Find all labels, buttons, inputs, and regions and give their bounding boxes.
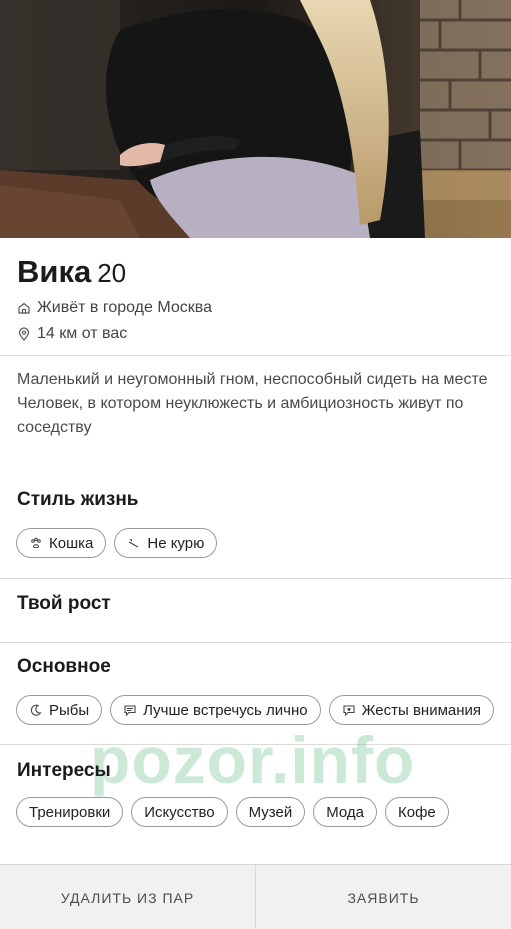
- divider: [0, 578, 511, 579]
- bio-line: Маленький и неугомонный гном, неспособны…: [17, 371, 488, 388]
- lifestyle-chip-cat: Кошка: [16, 528, 107, 558]
- interests-chips: Тренировки Искусство Музей Мода Кофе: [16, 797, 449, 827]
- basics-title: Основное: [17, 656, 111, 677]
- basics-chip-zodiac: Рыбы: [16, 695, 103, 725]
- profile-age: 20: [97, 258, 127, 288]
- interest-chip: Музей: [235, 797, 306, 827]
- interests-title: Интересы: [17, 760, 111, 781]
- unmatch-button[interactable]: УДАЛИТЬ ИЗ ПАР: [0, 865, 255, 929]
- name-age-line: Вика 20: [17, 252, 497, 293]
- chip-label: Рыбы: [49, 701, 90, 719]
- city-row: Живёт в городе Москва: [17, 295, 497, 321]
- bio-line: Человек, в котором неуклюжесть и амбицио…: [17, 395, 464, 436]
- city-text: Живёт в городе Москва: [37, 299, 212, 316]
- interest-chip: Мода: [313, 797, 377, 827]
- heart-chat-icon: [343, 705, 355, 717]
- profile-name: Вика: [17, 254, 92, 289]
- interest-chip: Искусство: [131, 797, 228, 827]
- moon-icon: [30, 704, 42, 716]
- profile-page: Вика 20 Живёт в городе Москва 14 км от ва…: [0, 0, 511, 929]
- lifestyle-chips: Кошка Не курю: [16, 528, 218, 558]
- basics-chip-communication: Лучше встречусь лично: [110, 695, 321, 725]
- chip-label: Лучше встречусь лично: [143, 701, 308, 719]
- chip-label: Кошка: [49, 534, 94, 552]
- bottom-action-bar: УДАЛИТЬ ИЗ ПАР ЗАЯВИТЬ: [0, 864, 511, 929]
- divider: [0, 355, 511, 356]
- profile-header: Вика 20 Живёт в городе Москва 14 км от ва…: [17, 252, 497, 347]
- distance-text: 14 км от вас: [37, 325, 128, 342]
- chat-icon: [124, 705, 136, 717]
- chip-label: Жесты внимания: [361, 701, 482, 719]
- height-title: Твой рост: [17, 593, 111, 614]
- profile-photo-image: [0, 0, 511, 238]
- basics-chips: Рыбы Лучше встречусь лично Жесты внимани…: [16, 695, 495, 725]
- lifestyle-title: Стиль жизнь: [17, 489, 139, 510]
- profile-photo[interactable]: [0, 0, 511, 238]
- no-smoking-icon: [129, 539, 139, 548]
- divider: [0, 642, 511, 643]
- report-button[interactable]: ЗАЯВИТЬ: [255, 865, 511, 929]
- interest-chip: Тренировки: [16, 797, 124, 827]
- distance-row: 14 км от вас: [17, 321, 497, 347]
- bio: Маленький и неугомонный гном, неспособны…: [17, 368, 501, 440]
- home-icon: [18, 302, 30, 314]
- location-pin-icon: [18, 327, 30, 341]
- watermark: pozor.info: [90, 723, 416, 797]
- chip-label: Не курю: [147, 534, 205, 552]
- paw-icon: [31, 537, 41, 549]
- interest-chip: Кофе: [385, 797, 449, 827]
- basics-chip-love-language: Жесты внимания: [328, 695, 495, 725]
- lifestyle-chip-no-smoking: Не курю: [114, 528, 218, 558]
